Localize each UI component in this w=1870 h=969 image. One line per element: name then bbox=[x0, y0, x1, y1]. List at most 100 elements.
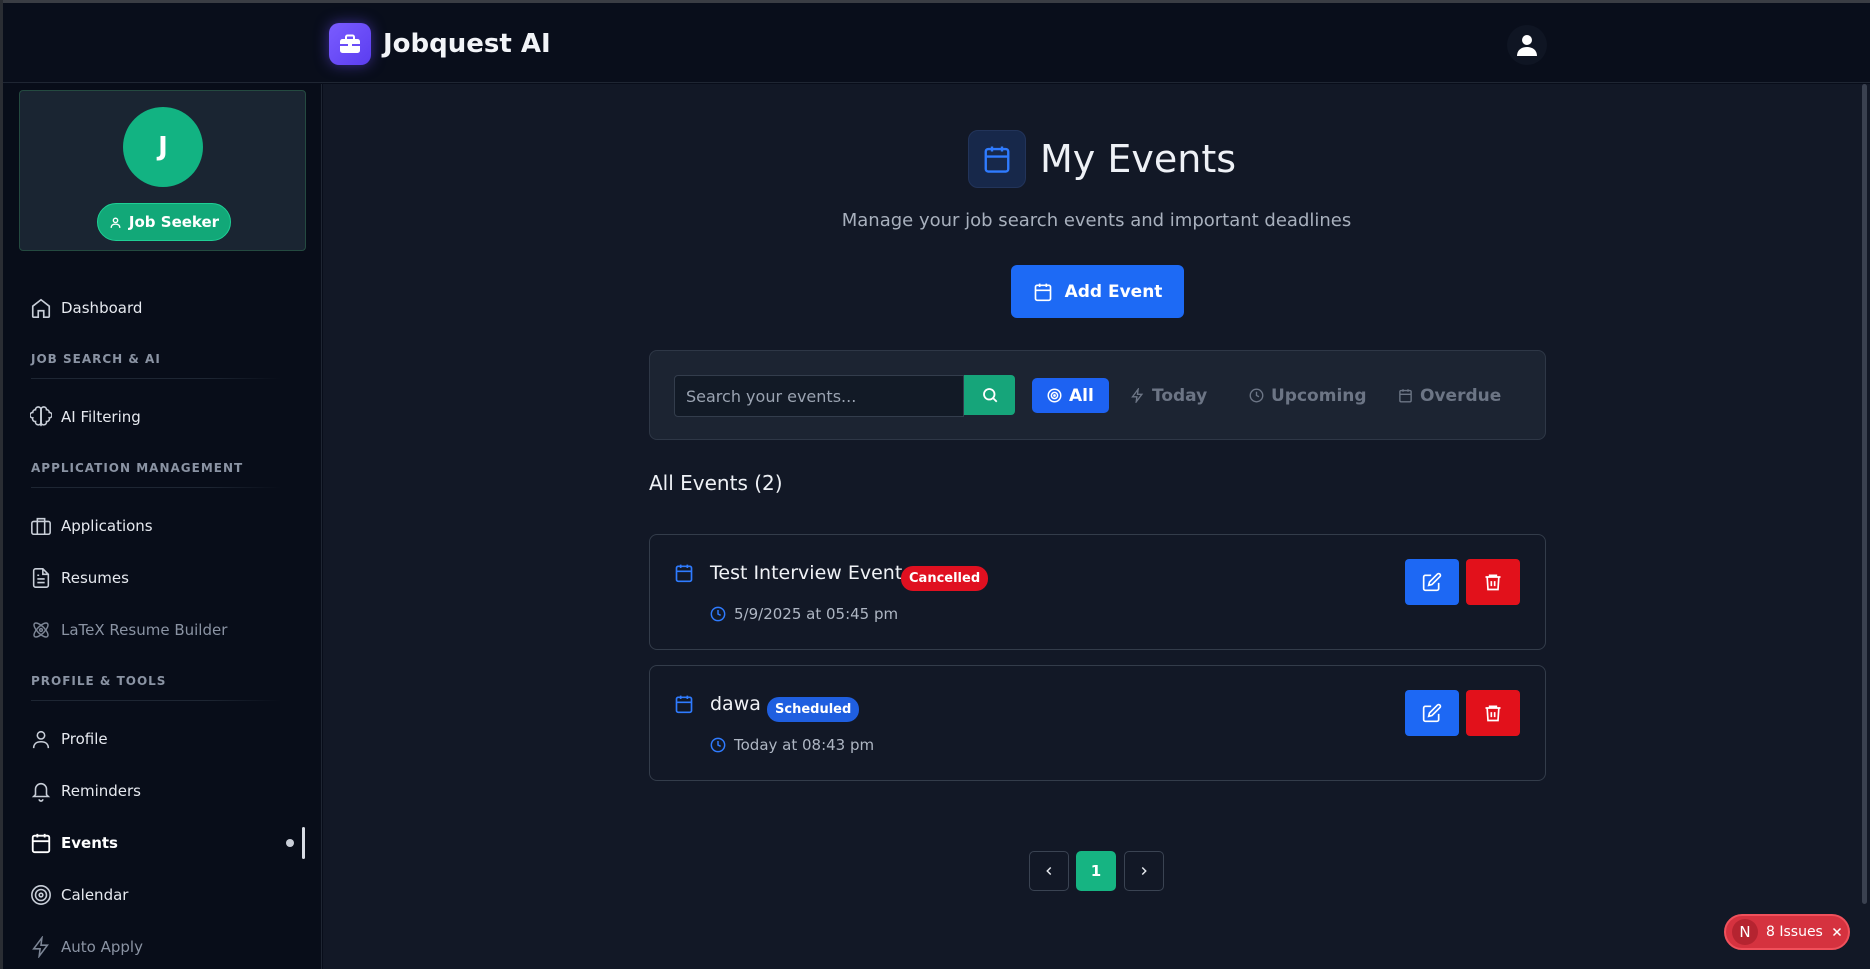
sidebar: J Job Seeker Dashboard JOB SEARCH & AI A… bbox=[3, 84, 322, 969]
filter-upcoming[interactable]: Upcoming bbox=[1234, 378, 1382, 413]
page-button-current[interactable]: 1 bbox=[1076, 851, 1116, 891]
calendar-icon bbox=[968, 130, 1026, 188]
sidebar-item-applications[interactable]: Applications bbox=[29, 508, 153, 544]
chevron-left-icon bbox=[1046, 866, 1052, 876]
edit-event-button[interactable] bbox=[1405, 690, 1459, 736]
target-icon bbox=[1047, 388, 1062, 403]
atom-icon bbox=[29, 618, 53, 642]
calendar-icon bbox=[674, 563, 694, 587]
section-label: APPLICATION MANAGEMENT bbox=[31, 461, 244, 475]
divider bbox=[31, 378, 281, 379]
filter-label: Today bbox=[1152, 385, 1208, 406]
close-icon[interactable] bbox=[1831, 926, 1843, 938]
sidebar-item-profile[interactable]: Profile bbox=[29, 721, 108, 757]
chevron-right-icon bbox=[1141, 866, 1147, 876]
event-time: 5/9/2025 at 05:45 pm bbox=[710, 605, 898, 623]
issues-count: 8 Issues bbox=[1766, 924, 1823, 940]
clock-icon bbox=[710, 606, 726, 622]
clock-icon bbox=[710, 737, 726, 753]
prev-page-button[interactable] bbox=[1029, 851, 1069, 891]
delete-event-button[interactable] bbox=[1466, 690, 1520, 736]
status-badge: Scheduled bbox=[767, 697, 860, 722]
active-indicator-bar bbox=[302, 827, 305, 859]
section-label: JOB SEARCH & AI bbox=[31, 352, 161, 366]
role-label: Job Seeker bbox=[128, 213, 220, 231]
search-input[interactable] bbox=[674, 375, 964, 417]
sidebar-item-ai-filtering[interactable]: AI Filtering bbox=[29, 399, 141, 435]
event-time: Today at 08:43 pm bbox=[710, 736, 874, 754]
sidebar-item-label: Applications bbox=[61, 517, 153, 535]
search-icon bbox=[982, 388, 997, 403]
page-header: My Events bbox=[968, 130, 1236, 188]
sidebar-item-calendar[interactable]: Calendar bbox=[29, 877, 128, 913]
add-event-button[interactable]: Add Event bbox=[1011, 265, 1184, 318]
next-page-button[interactable] bbox=[1124, 851, 1164, 891]
sidebar-item-label: Reminders bbox=[61, 782, 141, 800]
divider bbox=[31, 487, 281, 488]
brand[interactable]: Jobquest AI bbox=[329, 23, 551, 65]
event-card[interactable]: Test Interview Event Cancelled 5/9/2025 … bbox=[649, 534, 1546, 650]
filter-today[interactable]: Today bbox=[1115, 378, 1222, 413]
event-title: dawa bbox=[710, 693, 761, 715]
sidebar-item-label: Resumes bbox=[61, 569, 129, 587]
trash-icon bbox=[1485, 705, 1501, 722]
filter-label: All bbox=[1069, 385, 1094, 406]
top-header: Jobquest AI bbox=[3, 3, 1870, 83]
filter-label: Upcoming bbox=[1271, 385, 1367, 406]
brain-icon bbox=[29, 405, 53, 429]
briefcase-icon bbox=[29, 514, 53, 538]
dev-issues-badge[interactable]: N 8 Issues bbox=[1724, 914, 1850, 950]
user-icon bbox=[1517, 35, 1537, 56]
page-subtitle: Manage your job search events and import… bbox=[841, 210, 1352, 231]
briefcase-icon bbox=[329, 23, 371, 65]
sidebar-item-events[interactable]: Events bbox=[29, 825, 118, 861]
filter-label: Overdue bbox=[1420, 385, 1502, 406]
lightning-icon bbox=[29, 935, 53, 959]
calendar-icon bbox=[674, 694, 694, 718]
sidebar-item-label: Events bbox=[61, 834, 118, 852]
role-badge[interactable]: Job Seeker bbox=[97, 203, 231, 241]
search-button[interactable] bbox=[964, 375, 1015, 415]
clock-icon bbox=[1249, 388, 1264, 403]
home-icon bbox=[29, 296, 53, 320]
user-menu-button[interactable] bbox=[1507, 25, 1547, 65]
sidebar-item-label: Dashboard bbox=[61, 299, 143, 317]
filter-bar: All Today Upcoming Overdue bbox=[649, 350, 1546, 440]
events-section-title: All Events (2) bbox=[649, 471, 783, 495]
sidebar-item-reminders[interactable]: Reminders bbox=[29, 773, 141, 809]
divider bbox=[31, 700, 281, 701]
calendar-icon bbox=[1034, 283, 1051, 301]
avatar[interactable]: J bbox=[123, 107, 203, 187]
main-content: My Events Manage your job search events … bbox=[323, 84, 1870, 969]
event-time-label: 5/9/2025 at 05:45 pm bbox=[734, 605, 899, 623]
page-title: My Events bbox=[1040, 137, 1237, 181]
bell-icon bbox=[29, 779, 53, 803]
sidebar-item-resumes[interactable]: Resumes bbox=[29, 560, 129, 596]
edit-icon bbox=[1422, 572, 1442, 592]
status-badge: Cancelled bbox=[901, 566, 989, 591]
user-icon bbox=[29, 727, 53, 751]
sidebar-item-dashboard[interactable]: Dashboard bbox=[29, 290, 142, 326]
add-event-label: Add Event bbox=[1064, 281, 1163, 302]
delete-event-button[interactable] bbox=[1466, 559, 1520, 605]
sidebar-item-latex-resume-builder[interactable]: LaTeX Resume Builder bbox=[29, 612, 227, 648]
event-card[interactable]: dawa Scheduled Today at 08:43 pm bbox=[649, 665, 1546, 781]
sidebar-item-label: LaTeX Resume Builder bbox=[61, 621, 228, 639]
nextjs-logo-icon: N bbox=[1732, 919, 1758, 945]
sidebar-item-auto-apply[interactable]: Auto Apply bbox=[29, 929, 143, 965]
scrollbar[interactable] bbox=[1862, 84, 1867, 904]
calendar-icon bbox=[29, 831, 53, 855]
sidebar-item-label: AI Filtering bbox=[61, 408, 141, 426]
event-title: Test Interview Event bbox=[710, 562, 903, 584]
filter-overdue[interactable]: Overdue bbox=[1383, 378, 1516, 413]
calendar-icon bbox=[1399, 389, 1412, 403]
sidebar-item-label: Auto Apply bbox=[61, 938, 143, 956]
sidebar-item-label: Profile bbox=[61, 730, 108, 748]
active-indicator-dot bbox=[286, 839, 294, 847]
user-icon bbox=[110, 216, 121, 228]
lightning-icon bbox=[1131, 388, 1144, 403]
filter-all[interactable]: All bbox=[1032, 378, 1109, 413]
app-title: Jobquest AI bbox=[383, 29, 551, 59]
edit-event-button[interactable] bbox=[1405, 559, 1459, 605]
edit-icon bbox=[1422, 703, 1442, 723]
